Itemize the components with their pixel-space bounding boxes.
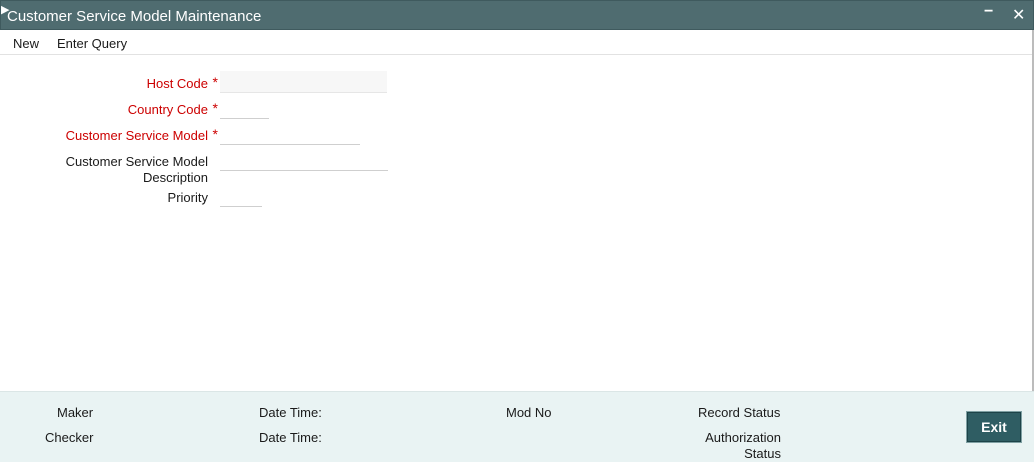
authorization-status-line1: Authorization bbox=[705, 430, 781, 445]
description-label: Customer Service Model Description bbox=[40, 154, 208, 186]
host-code-input[interactable] bbox=[220, 71, 387, 93]
authorization-status-line2: Status bbox=[744, 446, 781, 461]
audit-footer: Maker Checker Date Time: Date Time: Mod … bbox=[0, 391, 1034, 462]
minimize-icon[interactable]: − bbox=[984, 3, 993, 21]
country-code-input[interactable] bbox=[220, 97, 269, 119]
required-marker: * bbox=[212, 100, 218, 116]
window-titlebar: ▶ Customer Service Model Maintenance − ✕ bbox=[0, 0, 1034, 30]
mod-no-label: Mod No bbox=[506, 405, 552, 420]
host-code-label-text: Host Code bbox=[146, 76, 208, 91]
close-icon[interactable]: ✕ bbox=[1012, 5, 1025, 25]
maker-date-time-label: Date Time: bbox=[259, 405, 322, 420]
required-marker: * bbox=[212, 74, 218, 90]
description-label-line2: Description bbox=[142, 170, 208, 185]
priority-label-text: Priority bbox=[167, 190, 208, 205]
host-code-label: Host Code * bbox=[100, 74, 218, 92]
menu-enter-query[interactable]: Enter Query bbox=[57, 36, 127, 51]
record-status-label: Record Status bbox=[698, 405, 781, 420]
checker-label: Checker bbox=[45, 430, 94, 445]
maker-label: Maker bbox=[57, 405, 94, 420]
exit-button[interactable]: Exit bbox=[966, 411, 1022, 443]
country-code-label: Country Code * bbox=[100, 100, 218, 118]
description-label-line1: Customer Service Model bbox=[65, 154, 208, 169]
customer-service-model-input[interactable] bbox=[220, 123, 360, 145]
priority-label: Priority bbox=[100, 190, 208, 206]
priority-input[interactable] bbox=[220, 185, 262, 207]
customer-service-model-label: Customer Service Model * bbox=[40, 126, 218, 144]
description-input[interactable] bbox=[220, 149, 388, 171]
checker-date-time-label: Date Time: bbox=[259, 430, 322, 445]
customer-service-model-label-text: Customer Service Model bbox=[65, 128, 208, 143]
authorization-status-label: Authorization Status bbox=[690, 430, 781, 462]
menu-new[interactable]: New bbox=[13, 36, 39, 51]
menu-bar: New Enter Query bbox=[0, 30, 1034, 55]
required-marker: * bbox=[212, 126, 218, 142]
country-code-label-text: Country Code bbox=[127, 102, 208, 117]
window-title: Customer Service Model Maintenance bbox=[7, 8, 262, 25]
